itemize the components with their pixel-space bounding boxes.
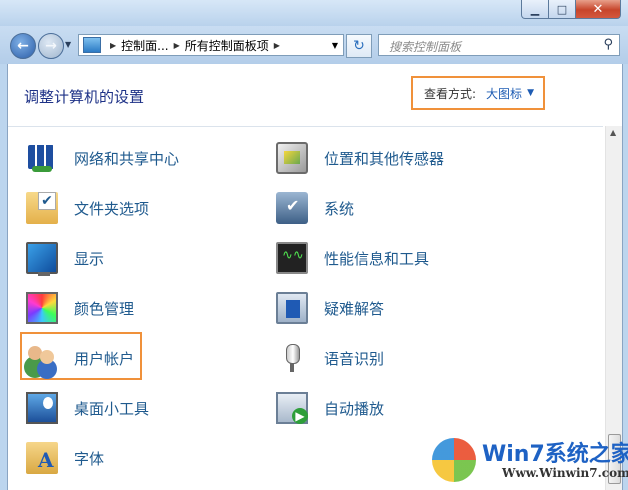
item-folder-options[interactable]: 文件夹选项	[26, 188, 149, 228]
windows-logo-icon	[432, 438, 476, 482]
item-performance[interactable]: 性能信息和工具	[276, 238, 429, 278]
control-panel-icon	[83, 37, 101, 53]
arrow-left-icon: ←	[17, 38, 29, 54]
item-label[interactable]: 用户帐户	[74, 348, 134, 369]
view-by-dropdown[interactable]: 大图标	[486, 85, 522, 102]
folder-options-icon	[26, 192, 58, 224]
search-input[interactable]: 搜索控制面板 ⚲	[378, 34, 620, 56]
watermark: Win7系统之家 Www.Winwin7.com	[432, 432, 628, 486]
refresh-button[interactable]: ↻	[346, 34, 372, 58]
content-pane: 调整计算机的设置 查看方式: 大图标 ▼ 网络和共享中心 文件夹选项 显示 颜色…	[7, 64, 623, 490]
item-location-sensors[interactable]: 位置和其他传感器	[276, 138, 444, 178]
maximize-button[interactable]: □	[549, 0, 576, 19]
location-sensors-icon	[276, 142, 308, 174]
item-display[interactable]: 显示	[26, 238, 104, 278]
forward-button[interactable]: →	[38, 33, 64, 59]
autoplay-icon	[276, 392, 308, 424]
network-sharing-icon	[26, 142, 58, 174]
item-network-sharing[interactable]: 网络和共享中心	[26, 138, 179, 178]
breadcrumb-separator-icon[interactable]: ▶	[174, 41, 180, 50]
item-autoplay[interactable]: 自动播放	[276, 388, 384, 428]
item-label[interactable]: 桌面小工具	[74, 398, 149, 419]
title-bar: ▁ □ ✕	[0, 0, 628, 26]
color-management-icon	[26, 292, 58, 324]
view-by-label: 查看方式:	[424, 86, 477, 101]
view-by-control: 查看方式: 大图标 ▼	[411, 76, 545, 110]
breadcrumb-separator-icon[interactable]: ▶	[110, 41, 116, 50]
item-system[interactable]: 系统	[276, 188, 354, 228]
minimize-button[interactable]: ▁	[521, 0, 549, 19]
search-icon[interactable]: ⚲	[603, 37, 613, 52]
history-dropdown-icon[interactable]: ▼	[65, 40, 71, 49]
navigation-bar: ← → ▼ ▶ 控制面... ▶ 所有控制面板项 ▶ ▼ ↻ 搜索控制面板 ⚲	[0, 26, 628, 64]
display-icon	[26, 242, 58, 276]
search-placeholder: 搜索控制面板	[389, 40, 462, 54]
item-label[interactable]: 显示	[74, 248, 104, 269]
performance-icon	[276, 242, 308, 274]
scroll-up-icon[interactable]: ▲	[610, 128, 616, 137]
microphone-icon	[276, 342, 308, 374]
item-label[interactable]: 文件夹选项	[74, 198, 149, 219]
item-label[interactable]: 语音识别	[324, 348, 384, 369]
item-troubleshooting[interactable]: 疑难解答	[276, 288, 384, 328]
system-icon	[276, 192, 308, 224]
troubleshooting-icon	[276, 292, 308, 324]
item-label[interactable]: 颜色管理	[74, 298, 134, 319]
chevron-down-icon[interactable]: ▼	[527, 88, 534, 98]
item-desktop-gadgets[interactable]: 桌面小工具	[26, 388, 149, 428]
back-button[interactable]: ←	[10, 33, 36, 59]
fonts-icon	[26, 442, 58, 474]
page-title: 调整计算机的设置	[24, 88, 145, 106]
item-label[interactable]: 网络和共享中心	[74, 148, 179, 169]
item-label[interactable]: 疑难解答	[324, 298, 384, 319]
address-bar[interactable]: ▶ 控制面... ▶ 所有控制面板项 ▶ ▼	[78, 34, 344, 56]
breadcrumb-separator-icon[interactable]: ▶	[274, 41, 280, 50]
item-label[interactable]: 位置和其他传感器	[324, 148, 444, 169]
arrow-right-icon: →	[45, 38, 57, 54]
desktop-gadgets-icon	[26, 392, 58, 424]
user-accounts-icon	[26, 342, 58, 374]
close-button[interactable]: ✕	[576, 0, 621, 19]
watermark-url: Www.Winwin7.com	[502, 466, 628, 480]
item-label[interactable]: 性能信息和工具	[324, 248, 429, 269]
item-fonts[interactable]: 字体	[26, 438, 104, 478]
watermark-title: Win7系统之家	[482, 442, 628, 467]
window-controls: ▁ □ ✕	[521, 0, 621, 19]
item-speech-recognition[interactable]: 语音识别	[276, 338, 384, 378]
breadcrumb-item-all-items[interactable]: 所有控制面板项	[185, 37, 269, 54]
item-label[interactable]: 字体	[74, 448, 104, 469]
divider	[8, 126, 603, 127]
item-label[interactable]: 系统	[324, 198, 354, 219]
item-label[interactable]: 自动播放	[324, 398, 384, 419]
breadcrumb-item-control-panel[interactable]: 控制面...	[121, 37, 168, 54]
item-color-management[interactable]: 颜色管理	[26, 288, 134, 328]
chevron-down-icon[interactable]: ▼	[327, 35, 343, 55]
item-user-accounts[interactable]: 用户帐户	[26, 338, 134, 378]
refresh-icon: ↻	[353, 38, 365, 54]
